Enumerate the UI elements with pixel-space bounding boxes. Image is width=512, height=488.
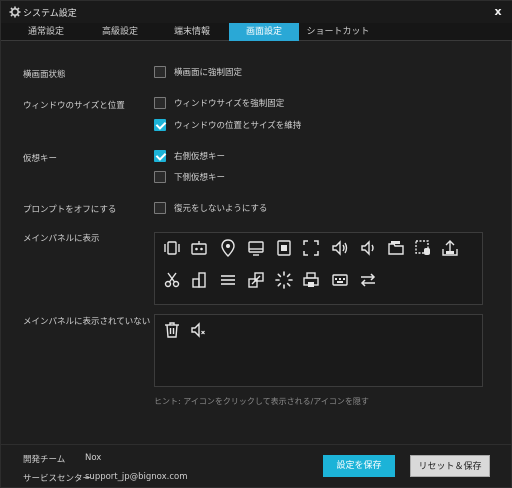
loading-icon[interactable] xyxy=(274,270,294,290)
no-restore-label: 復元をしないようにする xyxy=(174,204,268,214)
location-icon[interactable] xyxy=(218,238,238,258)
bottom-virtual-key-option[interactable]: 下側仮想キー xyxy=(154,170,225,184)
fix-window-size-label: ウィンドウサイズを強制固定 xyxy=(174,99,285,109)
virtual-keys-label: 仮想キー xyxy=(23,154,58,164)
settings-window: システム設定 x 通常設定 高級設定 端末情報 画面設定 ショートカット 横画面… xyxy=(0,0,512,488)
upload-apk-icon[interactable] xyxy=(440,238,460,258)
main-panel-shown-box xyxy=(154,232,483,305)
screenshot-icon[interactable] xyxy=(246,270,266,290)
service-center-label: サービスセンター xyxy=(23,474,92,484)
volume-up-icon[interactable] xyxy=(330,238,350,258)
tab-advanced[interactable]: 高級設定 xyxy=(85,23,155,41)
scissors-icon[interactable] xyxy=(162,270,182,290)
folder-icon[interactable] xyxy=(386,238,406,258)
reset-save-button[interactable]: リセット＆保存 xyxy=(410,455,490,477)
main-panel-hidden-box xyxy=(154,314,483,387)
force-landscape-label: 横画面に強制固定 xyxy=(174,68,243,78)
right-virtual-key-label: 右側仮想キー xyxy=(174,152,226,162)
close-button[interactable]: x xyxy=(492,5,504,19)
footer-divider xyxy=(1,444,512,445)
keyboard-icon[interactable] xyxy=(330,270,350,290)
record-icon[interactable] xyxy=(274,238,294,258)
macro-icon[interactable] xyxy=(413,238,433,258)
tab-general[interactable]: 通常設定 xyxy=(11,23,81,41)
service-center-email: support_jp@bignox.com xyxy=(85,472,188,482)
screen-icon[interactable] xyxy=(246,238,266,258)
bottom-virtual-key-label: 下側仮想キー xyxy=(174,173,226,183)
multi-window-icon[interactable] xyxy=(189,270,209,290)
force-landscape-option[interactable]: 横画面に強制固定 xyxy=(154,65,242,79)
landscape-label: 横画面状態 xyxy=(23,70,66,80)
tab-shortcut[interactable]: ショートカット xyxy=(303,23,373,41)
keep-window-position-label: ウィンドウの位置とサイズを維持 xyxy=(174,121,302,131)
force-landscape-checkbox[interactable] xyxy=(154,66,166,78)
fullscreen-icon[interactable] xyxy=(301,238,321,258)
dev-team-label: 開発チーム xyxy=(23,455,66,465)
window-title: システム設定 xyxy=(23,9,77,19)
dev-team-value: Nox xyxy=(85,453,102,463)
right-virtual-key-checkbox[interactable] xyxy=(154,150,166,162)
prompt-label: プロンプトをオフにする xyxy=(23,205,117,215)
printer-icon[interactable] xyxy=(301,270,321,290)
shake-icon[interactable] xyxy=(162,238,182,258)
tab-display[interactable]: 画面設定 xyxy=(229,23,299,41)
tab-device-info[interactable]: 端末情報 xyxy=(157,23,227,41)
title-bar: システム設定 x xyxy=(1,1,512,23)
fix-window-size-option[interactable]: ウィンドウサイズを強制固定 xyxy=(154,96,284,110)
mute-icon[interactable] xyxy=(189,320,209,340)
keep-window-position-checkbox[interactable] xyxy=(154,119,166,131)
keep-window-position-option[interactable]: ウィンドウの位置とサイズを維持 xyxy=(154,118,301,132)
window-size-label: ウィンドウのサイズと位置 xyxy=(23,101,125,111)
fix-window-size-checkbox[interactable] xyxy=(154,97,166,109)
menu-icon[interactable] xyxy=(218,270,238,290)
bottom-virtual-key-checkbox[interactable] xyxy=(154,171,166,183)
trash-icon[interactable] xyxy=(162,320,182,340)
volume-down-icon[interactable] xyxy=(358,238,378,258)
tab-bar: 通常設定 高級設定 端末情報 画面設定 ショートカット xyxy=(1,23,512,41)
right-virtual-key-option[interactable]: 右側仮想キー xyxy=(154,149,225,163)
no-restore-option[interactable]: 復元をしないようにする xyxy=(154,201,267,215)
main-panel-hidden-label: メインパネルに表示されていない xyxy=(23,317,151,327)
hint-text: ヒント: アイコンをクリックして表示される/アイコンを隠す xyxy=(154,397,369,406)
gear-icon xyxy=(9,6,21,18)
save-settings-button[interactable]: 設定を保存 xyxy=(323,455,395,477)
main-panel-shown-label: メインパネルに表示 xyxy=(23,234,100,244)
sync-icon[interactable] xyxy=(358,270,378,290)
no-restore-checkbox[interactable] xyxy=(154,202,166,214)
robot-icon[interactable] xyxy=(189,238,209,258)
